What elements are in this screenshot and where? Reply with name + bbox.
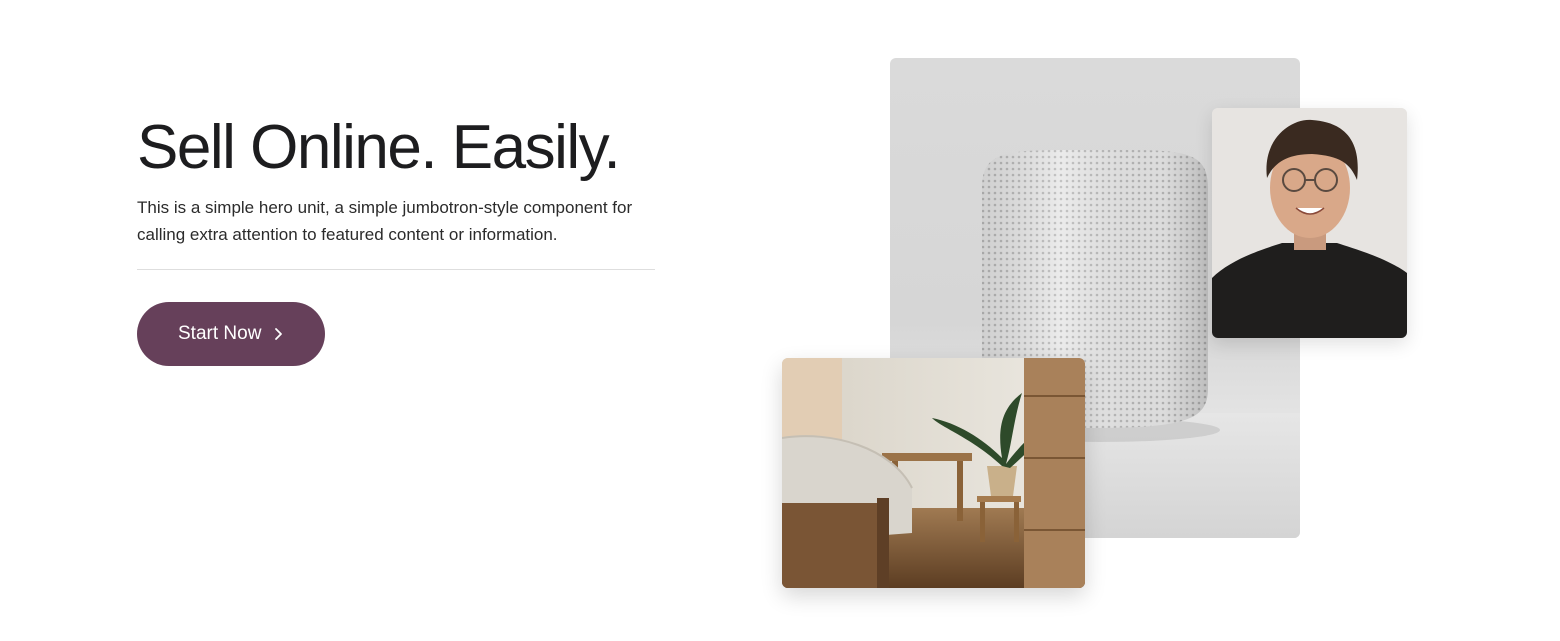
start-now-label: Start Now	[178, 323, 262, 344]
bedroom-interior-photo	[782, 358, 1085, 588]
hero-lead-text: This is a simple hero unit, a simple jum…	[137, 198, 633, 244]
hero-title: Sell Online. Easily.	[137, 113, 621, 182]
start-now-button[interactable]: Start Now	[137, 302, 326, 366]
person-portrait-photo	[1212, 108, 1407, 338]
hero-divider	[137, 269, 655, 270]
hero-text-block: Sell Online. Easily. This is a simple he…	[137, 112, 655, 366]
hero-section: Sell Online. Easily. This is a simple he…	[0, 0, 1560, 641]
chevron-right-icon	[273, 327, 285, 341]
